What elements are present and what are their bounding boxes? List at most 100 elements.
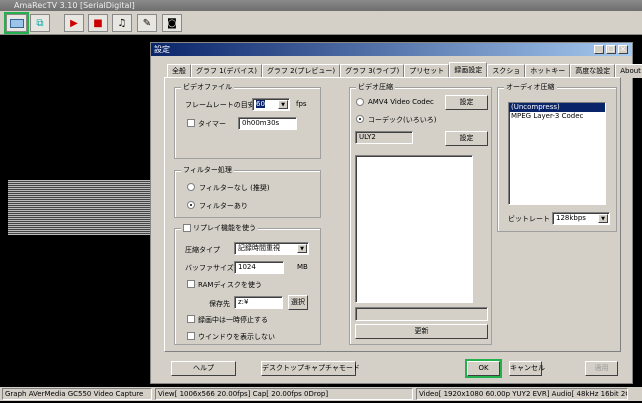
update-button[interactable]: 更新 [355, 324, 488, 339]
replay-checkbox-label: リプレイ機能を使う [181, 223, 258, 233]
buffer-unit: MB [297, 263, 308, 271]
video-compress-group: ビデオ圧縮 AMV4 Video Codec 設定 コーデック(いろいろ) UL… [349, 82, 492, 345]
play-icon: ▶ [70, 17, 78, 29]
toolbar: ⧉ ▶ ■ ♫ ✎ ◙ [0, 11, 642, 35]
hide-window-checkbox[interactable] [187, 332, 195, 340]
compress-label: 圧縮タイプ [185, 246, 220, 254]
close-button[interactable]: × [618, 45, 628, 54]
replay-group: リプレイ機能を使う 圧縮タイプ 記録時間重視 ▼ バッファサイズ 1024 MB … [174, 223, 321, 345]
tab-recording[interactable]: 録画設定 [449, 62, 488, 77]
tab-about[interactable]: About [615, 64, 642, 78]
ramdisk-label: RAMディスクを使う [198, 281, 262, 289]
tab-general[interactable]: 全般 [167, 64, 191, 78]
replay-checkbox[interactable] [183, 224, 191, 232]
timer-checkbox[interactable] [187, 119, 195, 127]
screenshot-button[interactable]: ■ [88, 14, 108, 32]
pause-checkbox[interactable] [187, 315, 195, 323]
amv4-label: AMV4 Video Codec [368, 98, 434, 106]
status-view: View[ 1006x566 20.00fps] Cap[ 20.00fps 0… [155, 388, 413, 400]
filter-on-label: フィルターあり [199, 202, 248, 210]
status-graph: Graph AVerMedia GC550 Video Capture [2, 388, 152, 400]
dialog-title: 設定 [154, 45, 170, 54]
filter-group: フィルター処理 フィルターなし (推奨) フィルターあり [174, 165, 321, 218]
display-button[interactable] [4, 12, 29, 34]
video-file-group: ビデオファイル フレームレートの目安 60 ▼ fps タイマー 0h00m30s [174, 82, 321, 159]
ramdisk-checkbox[interactable] [187, 280, 195, 288]
codec-settings-button[interactable]: 設定 [445, 131, 488, 146]
bitrate-select[interactable]: 128kbps ▼ [552, 212, 610, 225]
framerate-value: 60 [256, 100, 265, 108]
audio-codec-item[interactable]: MPEG Layer-3 Codec [509, 112, 605, 121]
display-icon [9, 18, 24, 28]
cancel-button[interactable]: キャンセル [509, 361, 545, 376]
chevron-down-icon[interactable]: ▼ [278, 100, 288, 109]
music-icon: ♫ [117, 17, 127, 29]
codec-radio[interactable] [356, 115, 364, 123]
tab-hotkey[interactable]: ホットキー [525, 64, 571, 78]
desktop-capture-button[interactable]: デスクトップキャプチャモード [261, 361, 360, 376]
tab-graph2[interactable]: グラフ 2(プレビュー) [261, 64, 341, 78]
video-preview [8, 180, 150, 235]
help-button[interactable]: ヘルプ [171, 361, 236, 376]
filter-on-radio[interactable] [187, 201, 195, 209]
timer-input[interactable]: 0h00m30s [238, 117, 297, 130]
audio-codec-list[interactable]: (Uncompress) MPEG Layer-3 Codec [508, 102, 606, 205]
settings-dialog: 設定 _ □ × 全般 グラフ 1(デバイス) グラフ 2(プレビュー) グラフ… [150, 42, 642, 384]
codec-list[interactable] [355, 155, 473, 303]
group-title: オーディオ圧縮 [504, 82, 557, 92]
buffer-label: バッファサイズ [185, 264, 234, 272]
tab-preset[interactable]: プリセット [404, 64, 450, 78]
save-path-input[interactable]: z:¥ [234, 296, 283, 309]
ok-button[interactable]: OK [465, 359, 502, 378]
bitrate-label: ビットレート [508, 215, 550, 223]
app-title-bar: AmaRecTV 3.10 [SerialDigital] [0, 0, 642, 11]
pause-label: 録画中は一時停止する [198, 316, 268, 324]
chevron-down-icon[interactable]: ▼ [297, 244, 307, 253]
tab-graph3[interactable]: グラフ 3(ライブ) [340, 64, 405, 78]
select-button[interactable]: 選択 [288, 295, 308, 310]
dialog-title-bar: 設定 _ □ × [151, 43, 632, 56]
compress-select[interactable]: 記録時間重視 ▼ [234, 242, 309, 255]
tab-screenshot[interactable]: スクショ [487, 64, 526, 78]
fps-unit: fps [296, 100, 307, 108]
amv4-radio[interactable] [356, 98, 364, 106]
group-title: ビデオファイル [181, 82, 234, 92]
amv4-settings-button[interactable]: 設定 [445, 95, 488, 110]
minimize-button[interactable]: _ [594, 45, 604, 54]
record-button[interactable]: ▶ [64, 14, 84, 32]
maximize-button[interactable]: □ [606, 45, 616, 54]
tab-advanced[interactable]: 高度な設定 [570, 64, 616, 78]
status-video: Video[ 1920x1080 60.00p YUY2 EVR] Audio[… [416, 388, 628, 400]
codec-label: コーデック(いろいろ) [368, 116, 437, 124]
speaker-button[interactable]: ◙ [162, 14, 182, 32]
tab-panel: ビデオファイル フレームレートの目安 60 ▼ fps タイマー 0h00m30s… [164, 77, 621, 352]
apply-button[interactable]: 適用 [585, 361, 618, 376]
tab-bar: 全般 グラフ 1(デバイス) グラフ 2(プレビュー) グラフ 3(ライブ) プ… [167, 62, 642, 78]
camera-icon: ■ [93, 17, 103, 29]
hide-window-label: ウインドウを表示しない [198, 333, 275, 341]
chevron-down-icon[interactable]: ▼ [598, 214, 608, 223]
framerate-label: フレームレートの目安 [185, 101, 255, 109]
mic-icon: ✎ [142, 17, 152, 29]
group-title: ビデオ圧縮 [356, 82, 395, 92]
timer-label: タイマー [198, 120, 226, 128]
speaker-icon: ◙ [167, 17, 177, 29]
save-label: 保存先 [209, 300, 230, 308]
compress-value: 記録時間重視 [238, 244, 280, 252]
codec-info-field [355, 307, 488, 321]
status-bar: Graph AVerMedia GC550 Video Capture View… [0, 387, 642, 401]
group-title: フィルター処理 [181, 165, 234, 175]
filter-none-radio[interactable] [187, 183, 195, 191]
codec-field: ULY2 [355, 131, 413, 144]
app-title: AmaRecTV 3.10 [SerialDigital] [14, 1, 135, 10]
framerate-select[interactable]: 60 ▼ [252, 98, 290, 111]
graph-icon: ⧉ [36, 17, 44, 29]
graph-button[interactable]: ⧉ [30, 14, 50, 32]
filter-none-label: フィルターなし (推奨) [199, 184, 270, 192]
audio-button[interactable]: ♫ [112, 14, 132, 32]
mic-button[interactable]: ✎ [137, 14, 157, 32]
audio-codec-item[interactable]: (Uncompress) [509, 103, 605, 112]
audio-compress-group: オーディオ圧縮 (Uncompress) MPEG Layer-3 Codec … [497, 82, 617, 232]
tab-graph1[interactable]: グラフ 1(デバイス) [191, 64, 262, 78]
buffer-input[interactable]: 1024 [234, 261, 284, 274]
